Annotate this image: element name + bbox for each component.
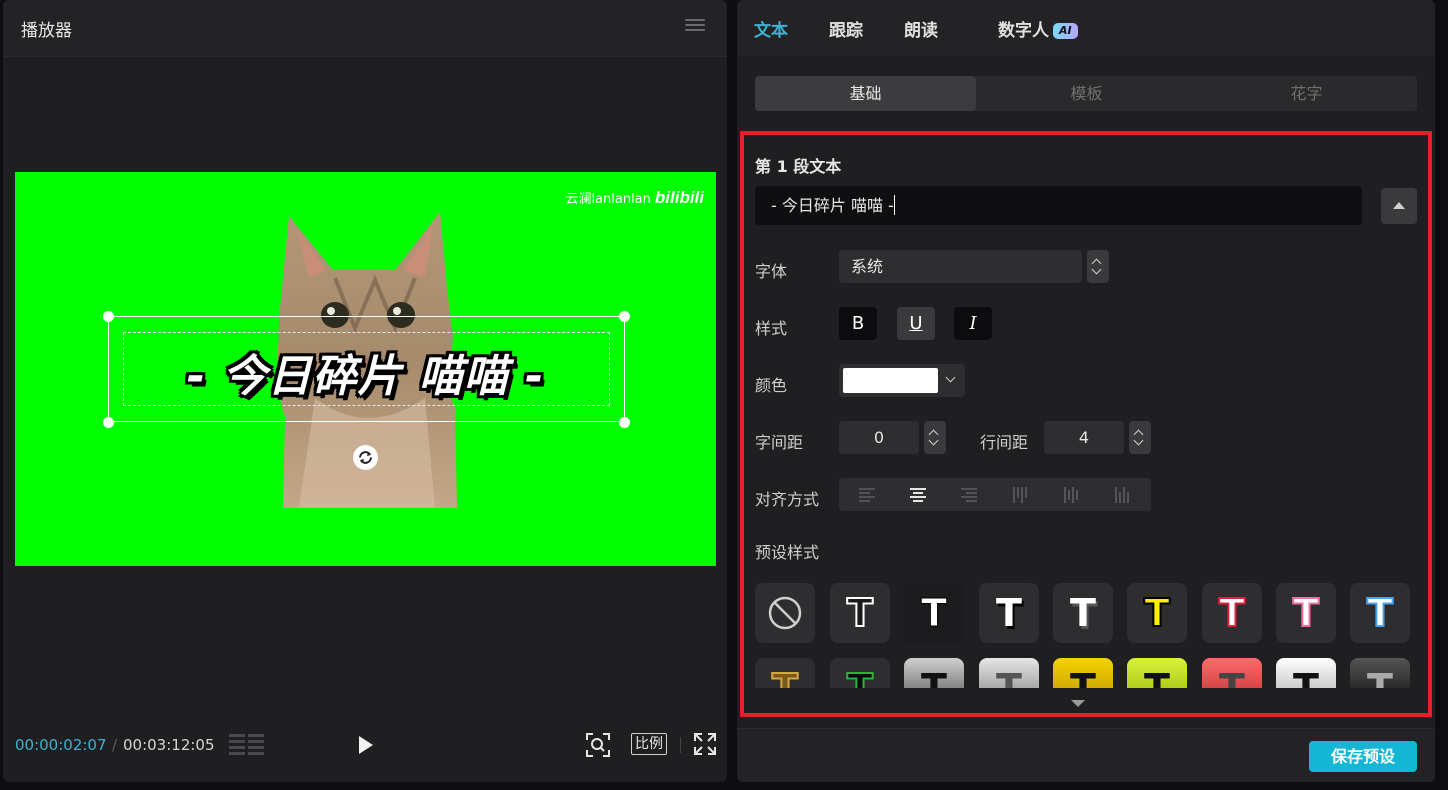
text-content-value: - 今日碎片 喵喵 - bbox=[771, 196, 894, 215]
preset-gray-gradient[interactable]: T bbox=[904, 658, 964, 688]
preset-white-outline[interactable]: T bbox=[830, 583, 890, 643]
preset-white-gray-shadow[interactable]: T bbox=[1053, 583, 1113, 643]
align-right-icon[interactable] bbox=[959, 485, 979, 505]
color-label: 颜色 bbox=[755, 376, 788, 395]
subtab-bar: 基础 模板 花字 bbox=[755, 76, 1417, 111]
font-label: 字体 bbox=[755, 262, 788, 281]
color-picker[interactable] bbox=[839, 364, 965, 397]
save-preset-button[interactable]: 保存预设 bbox=[1309, 741, 1417, 772]
preset-none[interactable] bbox=[755, 583, 815, 643]
vertical-align-center-icon[interactable] bbox=[1061, 485, 1081, 505]
alignment-label: 对齐方式 bbox=[755, 490, 820, 509]
player-header: 播放器 bbox=[3, 0, 727, 57]
top-tabs: 文本 跟踪 朗读 数字人 AI bbox=[737, 0, 1435, 56]
text-caret bbox=[893, 195, 895, 215]
preset-red-outline[interactable]: T bbox=[1202, 583, 1262, 643]
preset-black-gradient[interactable]: T bbox=[1350, 658, 1410, 688]
line-spacing-input[interactable]: 4 bbox=[1044, 421, 1124, 454]
resize-handle-top-left[interactable] bbox=[103, 311, 114, 322]
letter-spacing-label: 字间距 bbox=[755, 433, 804, 452]
bilibili-logo: bilibili bbox=[654, 188, 704, 207]
scroll-down-icon[interactable] bbox=[1071, 700, 1085, 707]
fullscreen-icon[interactable] bbox=[693, 732, 717, 756]
underline-button[interactable]: U bbox=[897, 307, 935, 340]
preset-silver-gradient[interactable]: T bbox=[979, 658, 1039, 688]
vertical-align-bottom-icon[interactable] bbox=[1112, 485, 1132, 505]
align-left-icon[interactable] bbox=[857, 485, 877, 505]
collapse-button[interactable] bbox=[1381, 188, 1417, 224]
preset-row-2: T T T T T T T T T bbox=[737, 655, 1435, 688]
subtab-template[interactable]: 模板 bbox=[976, 76, 1197, 111]
preset-yellow[interactable]: T bbox=[1127, 583, 1187, 643]
vertical-align-top-icon[interactable] bbox=[1010, 485, 1030, 505]
tab-digital-human-label: 数字人 bbox=[998, 21, 1049, 41]
properties-panel: 文本 跟踪 朗读 数字人 AI 基础 模板 花字 第 1 段文本 - 今日碎片 喵… bbox=[737, 0, 1435, 782]
tab-read-aloud[interactable]: 朗读 bbox=[904, 16, 938, 41]
divider bbox=[680, 737, 681, 753]
line-spacing-label: 行间距 bbox=[980, 433, 1029, 452]
chevron-down-icon bbox=[945, 372, 956, 383]
preset-gold[interactable]: T bbox=[755, 658, 815, 688]
ai-badge: AI bbox=[1053, 23, 1078, 39]
align-center-icon[interactable] bbox=[908, 485, 928, 505]
tab-text[interactable]: 文本 bbox=[754, 16, 788, 41]
zoom-fit-icon[interactable] bbox=[585, 732, 611, 758]
play-button[interactable] bbox=[359, 736, 373, 754]
footer: 保存预设 bbox=[737, 728, 1435, 782]
video-canvas[interactable]: 云澜lanlanlan bilibili - 今日碎片 喵喵 - bbox=[15, 172, 716, 566]
color-swatch bbox=[843, 368, 938, 393]
preset-style-label: 预设样式 bbox=[755, 543, 820, 562]
player-title: 播放器 bbox=[21, 21, 72, 41]
text-content-input[interactable]: - 今日碎片 喵喵 - bbox=[755, 186, 1362, 225]
subtab-fancy-text[interactable]: 花字 bbox=[1196, 76, 1417, 111]
letter-spacing-stepper[interactable] bbox=[924, 421, 946, 454]
tab-digital-human[interactable]: 数字人 AI bbox=[998, 16, 1078, 41]
aspect-ratio-button[interactable]: 比例 bbox=[631, 733, 667, 755]
current-time: 00:00:02:07 bbox=[15, 736, 107, 754]
timeline-list-icon[interactable] bbox=[229, 734, 265, 756]
watermark-text: 云澜lanlanlan bbox=[565, 192, 651, 207]
resize-handle-top-right[interactable] bbox=[619, 311, 630, 322]
preset-green[interactable]: T bbox=[830, 658, 890, 688]
no-style-icon bbox=[768, 596, 802, 630]
player-controls: 00:00:02:07 / 00:03:12:05 比例 bbox=[3, 722, 727, 768]
watermark: 云澜lanlanlan bilibili bbox=[565, 188, 704, 208]
section-title: 第 1 段文本 bbox=[755, 157, 842, 176]
style-label: 样式 bbox=[755, 319, 788, 338]
subtab-basic[interactable]: 基础 bbox=[755, 76, 976, 111]
resize-handle-bottom-right[interactable] bbox=[619, 417, 630, 428]
preset-yellow-gradient[interactable]: T bbox=[1053, 658, 1113, 688]
resize-handle-bottom-left[interactable] bbox=[103, 417, 114, 428]
preset-blue[interactable]: T bbox=[1350, 583, 1410, 643]
menu-icon[interactable] bbox=[685, 16, 705, 34]
alignment-group bbox=[839, 478, 1151, 511]
preset-pink[interactable]: T bbox=[1276, 583, 1336, 643]
preset-white-gradient[interactable]: T bbox=[1276, 658, 1336, 688]
rotate-handle-icon[interactable] bbox=[353, 445, 378, 470]
preset-red-gradient[interactable]: T bbox=[1202, 658, 1262, 688]
bold-button[interactable]: B bbox=[839, 307, 877, 340]
letter-spacing-input[interactable]: 0 bbox=[839, 421, 919, 454]
tab-tracking[interactable]: 跟踪 bbox=[829, 16, 863, 41]
preset-white-on-black[interactable]: T bbox=[904, 583, 964, 643]
preset-white-shadow[interactable]: T bbox=[979, 583, 1039, 643]
preset-lime-gradient[interactable]: T bbox=[1127, 658, 1187, 688]
player-panel: 播放器 云澜lanlanlan bilibili - 今日碎片 喵喵 - 00:… bbox=[3, 0, 727, 782]
caption-text: - 今日碎片 喵喵 - bbox=[186, 351, 545, 402]
line-spacing-stepper[interactable] bbox=[1129, 421, 1151, 454]
font-select[interactable]: 系统 bbox=[839, 250, 1082, 283]
font-select-stepper[interactable] bbox=[1087, 250, 1109, 283]
italic-button[interactable]: I bbox=[954, 307, 992, 340]
total-time: 00:03:12:05 bbox=[123, 736, 215, 754]
time-separator: / bbox=[112, 736, 118, 754]
